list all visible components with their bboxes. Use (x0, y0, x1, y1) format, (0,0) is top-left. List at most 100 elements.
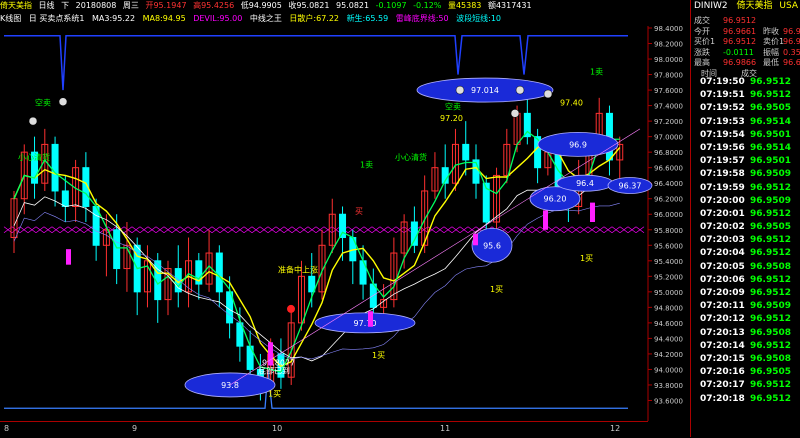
quote-value: 0.35% (783, 47, 800, 57)
candle-body (92, 205, 100, 246)
candle-body (308, 275, 316, 293)
tick-row: 07:20:18 96.9512 (700, 393, 800, 406)
signal-dot (287, 304, 295, 313)
tick-price: 96.9512 (750, 248, 791, 259)
signal-label: 1买 (580, 254, 593, 263)
tick-time: 07:19:51 (700, 90, 745, 101)
tick-price: 96.9505 (750, 367, 791, 378)
instrument-code: DINIW2 (694, 1, 728, 11)
kline-label[interactable]: K线图 (0, 14, 21, 23)
quote-label: 涨跌 (694, 47, 710, 57)
y-tick-label: 98.0000 (654, 56, 683, 64)
tick-time: 07:20:17 (700, 380, 745, 391)
x-label: 12 (610, 424, 621, 433)
y-tick-label: 94.8000 (654, 304, 683, 312)
change-pct: -0.12% (413, 1, 442, 10)
signal-label: 空卖 (35, 98, 51, 108)
tick-price: 96.9508 (750, 353, 791, 364)
signal-bar (368, 311, 373, 327)
y-tick-label: 94.2000 (654, 351, 683, 359)
smiley-icon (510, 109, 520, 118)
smiley-icon (28, 116, 38, 126)
tick-time: 07:19:53 (700, 116, 745, 127)
quote-label: 买价1 (694, 37, 716, 46)
tick-row: 07:20:04 96.9512 (700, 247, 800, 260)
quote-label: 成交 (694, 16, 710, 25)
tick-time: 07:20:14 (700, 340, 745, 351)
tick-row: 07:20:09 96.9512 (700, 287, 800, 300)
quote-value: 96.9550 (783, 37, 800, 46)
tick-row: 07:19:59 96.9512 (700, 182, 800, 195)
tick-price: 96.9514 (750, 116, 791, 127)
tick-row: 07:19:56 96.9514 (700, 142, 800, 155)
tick-time: 07:20:05 (700, 261, 745, 272)
quote-value: 96.6510 (783, 58, 800, 67)
tick-list[interactable]: 07:19:50 96.9512 07:19:51 96.9512 07:19:52 96… (700, 76, 800, 406)
tick-time: 07:20:06 (700, 274, 745, 285)
candle-body (61, 190, 69, 207)
y-tick-label: 97.4000 (654, 103, 683, 111)
high-value: 高95.4256 (193, 1, 235, 10)
tick-time: 07:20:00 (700, 195, 745, 206)
tick-price: 96.9512 (750, 274, 791, 285)
y-tick-label: 97.6000 (654, 87, 683, 95)
tick-row: 07:20:17 96.9512 (700, 379, 800, 392)
tick-price: 96.9512 (750, 393, 791, 404)
sub-value: 日散户:67.22 (289, 14, 340, 23)
quote-label: 振幅 (763, 47, 779, 57)
tick-price: 96.9512 (750, 90, 791, 101)
annotation-label: 96.20 (544, 195, 567, 204)
period-label[interactable]: 日线 (39, 1, 55, 10)
system-label[interactable]: 日 买卖点系统1 (29, 14, 85, 23)
tick-time: 07:20:13 (700, 327, 745, 338)
y-tick-label: 95.0000 (654, 289, 683, 297)
tick-row: 07:20:06 96.9512 (700, 274, 800, 287)
tick-price: 96.9512 (750, 182, 791, 193)
candle-body (51, 143, 59, 192)
y-tick-label: 96.4000 (654, 180, 683, 188)
signal-label: 准备中上涨 (278, 264, 318, 274)
change-value: -0.1097 (375, 1, 407, 10)
weekday-label: 周三 (122, 1, 139, 10)
x-label: 9 (132, 424, 138, 433)
short-value: 波段短线:10 (456, 14, 502, 23)
price-chart[interactable]: 98.4000 98.2000 98.0000 97.8000 97.6000 97.40… (0, 26, 690, 421)
tick-row: 07:20:12 96.9512 (700, 313, 800, 326)
ma3-value: MA3:95.22 (91, 14, 136, 23)
annotation-label: 97.014 (471, 86, 499, 95)
devil-value: DEVIL:95.00 (193, 14, 243, 23)
tick-row: 07:19:58 96.9509 (700, 168, 800, 181)
signal-label: 小心清货 (18, 152, 50, 162)
tick-price: 96.9505 (750, 103, 791, 114)
mode-label[interactable]: 下 (61, 1, 69, 10)
tick-price: 96.9512 (750, 288, 791, 298)
candle-body (410, 221, 418, 246)
tick-row: 07:20:01 96.9512 (700, 208, 800, 221)
y-tick-label: 98.4000 (654, 26, 683, 33)
tick-price: 96.9501 (750, 129, 791, 140)
y-tick-label: 95.8000 (654, 227, 683, 235)
tick-time: 07:20:18 (700, 393, 745, 404)
tick-row: 07:20:14 96.9512 (700, 340, 800, 353)
quote-label: 卖价1 (763, 37, 785, 46)
quote-value: -0.0111 (723, 47, 754, 57)
y-tick-label: 96.8000 (654, 149, 683, 157)
quote-label: 最低 (763, 58, 779, 67)
tick-row: 07:19:54 96.9501 (700, 129, 800, 142)
signal-label: 底部已到 (258, 365, 290, 375)
annotation-label: 95.6 (483, 241, 501, 250)
tick-price: 96.9508 (750, 261, 791, 272)
y-tick-label: 97.0000 (654, 134, 683, 142)
annotation-label: 97.70 (354, 319, 377, 328)
candle-body (215, 252, 223, 293)
signal-bar (66, 249, 71, 265)
tick-row: 07:19:52 96.9505 (700, 102, 800, 115)
signal-label: 小心清货 (395, 152, 427, 162)
y-tick-label: 97.2000 (654, 118, 683, 126)
tick-time: 07:19:58 (700, 169, 745, 180)
tick-time: 07:19:56 (700, 142, 745, 153)
tick-time: 07:20:11 (700, 301, 745, 312)
tick-row: 07:20:13 96.9508 (700, 327, 800, 340)
tick-time: 07:20:04 (700, 248, 745, 259)
tick-time: 07:19:57 (700, 156, 745, 167)
